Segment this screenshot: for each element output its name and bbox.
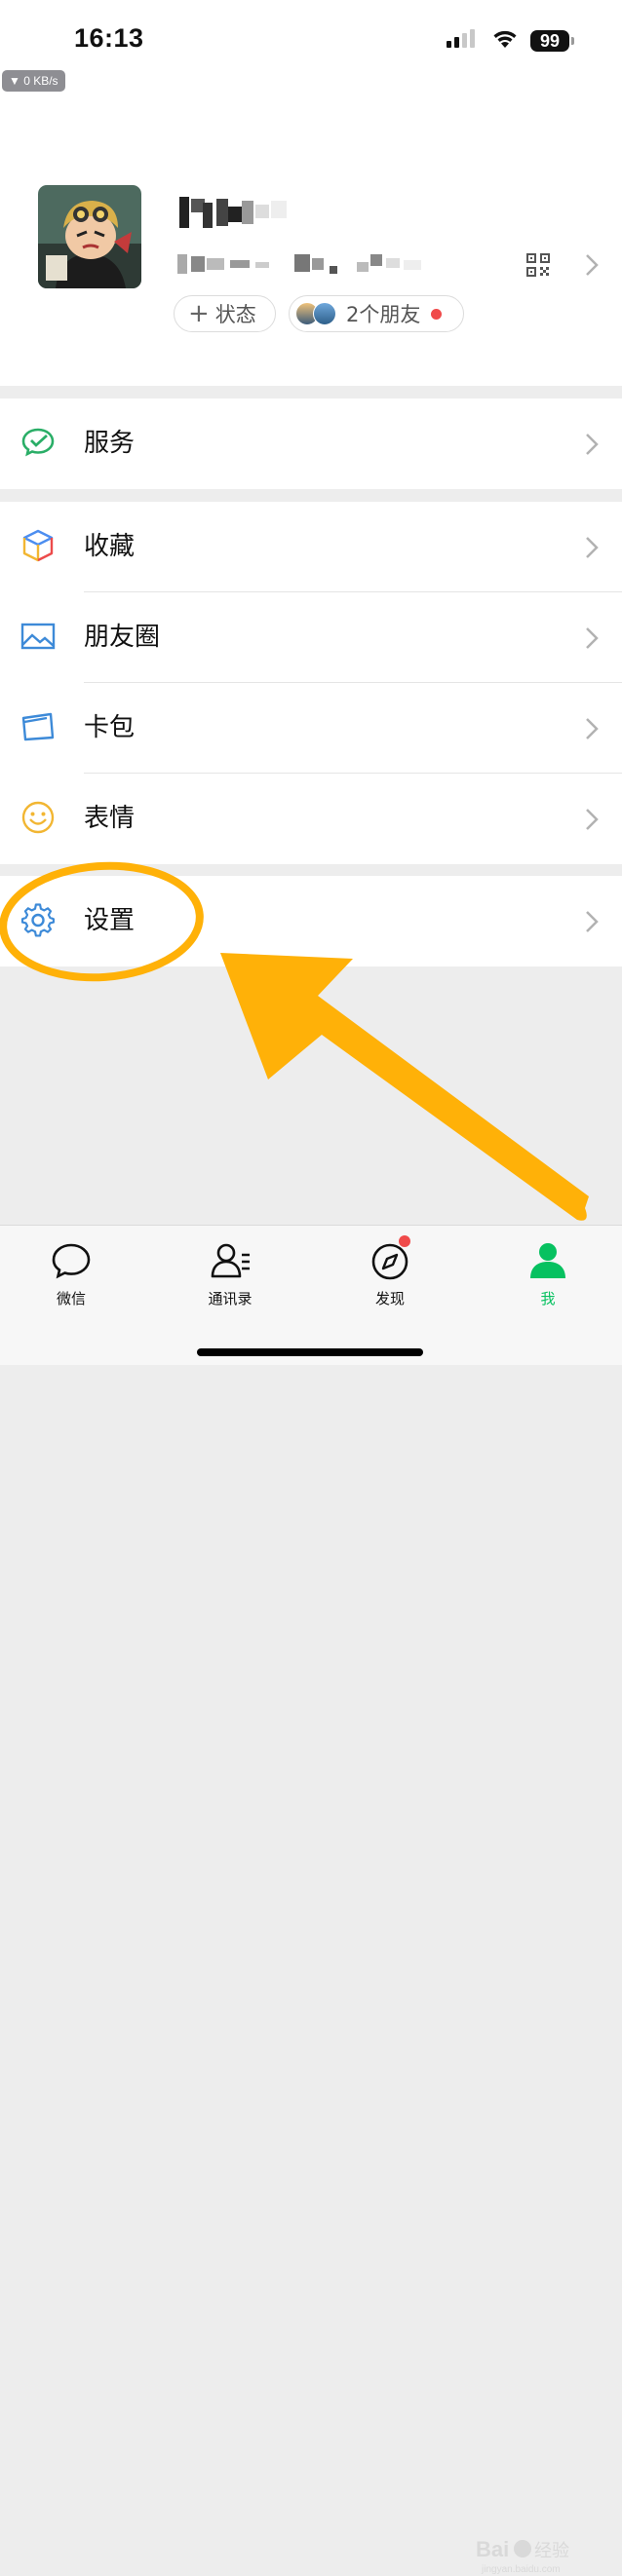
status-time: 16:13 — [74, 23, 144, 53]
tab-label: 我 — [540, 1290, 556, 1307]
chevron-right-icon — [586, 627, 599, 649]
menu-item-favorites[interactable]: 收藏 — [0, 502, 622, 592]
battery-cap — [571, 37, 574, 45]
settings-group: 设置 — [0, 876, 622, 966]
pointer-arrow — [220, 953, 589, 1221]
gear-icon — [20, 903, 56, 937]
plus-icon: + — [188, 299, 210, 328]
net-speed-badge: ▼ 0 KB/s — [2, 70, 65, 92]
friends-label: 2个朋友 — [346, 303, 421, 326]
unread-dot — [399, 1235, 410, 1247]
chevron-right-icon — [586, 254, 599, 276]
status-bar: 16:13 99 ▼ 0 KB/s — [0, 0, 622, 97]
menu-label-moments: 朋友圈 — [84, 623, 161, 652]
wechat-pay-icon — [21, 428, 55, 457]
service-group: 服务 — [0, 398, 622, 489]
menu-label-service: 服务 — [84, 429, 136, 458]
tab-label: 发现 — [374, 1290, 405, 1307]
chevron-right-icon — [586, 911, 599, 932]
tab-label: 微信 — [56, 1290, 86, 1307]
compass-icon — [361, 1235, 419, 1282]
cellular-signal-icon — [447, 29, 475, 48]
qr-code-icon[interactable] — [526, 253, 550, 277]
menu-item-settings[interactable]: 设置 — [0, 876, 622, 966]
chevron-right-icon — [586, 809, 599, 830]
menu-item-stickers[interactable]: 表情 — [0, 774, 622, 864]
features-group: 收藏 朋友圈 卡包 表情 — [0, 502, 622, 864]
tab-bar: 微信 通讯录 发现 我 Bai 经验 jingyan.baidu.com — [0, 1225, 622, 2575]
smile-icon — [21, 801, 55, 834]
tab-label: 通讯录 — [208, 1290, 253, 1307]
friends-status-button[interactable]: 2个朋友 — [289, 295, 464, 332]
chat-bubble-icon — [42, 1239, 100, 1282]
tab-discover[interactable]: 发现 — [331, 1235, 448, 1308]
status-label: 状态 — [214, 303, 256, 326]
home-indicator[interactable] — [197, 1348, 423, 1356]
menu-label-cards: 卡包 — [84, 713, 136, 742]
watermark-logo: Bai 经验 jingyan.baidu.com — [476, 2537, 569, 2575]
contacts-icon — [201, 1239, 259, 1282]
wifi-icon — [493, 30, 517, 48]
chevron-right-icon — [586, 718, 599, 739]
tab-contacts[interactable]: 通讯录 — [172, 1239, 289, 1308]
unread-dot — [431, 308, 443, 320]
menu-label-stickers: 表情 — [84, 804, 136, 833]
chevron-right-icon — [586, 537, 599, 558]
svg-text:Bai: Bai — [476, 2537, 509, 2561]
menu-item-service[interactable]: 服务 — [0, 398, 622, 489]
menu-item-moments[interactable]: 朋友圈 — [0, 592, 622, 683]
avatar[interactable] — [38, 185, 141, 288]
tab-me[interactable]: 我 — [489, 1239, 606, 1308]
menu-label-settings: 设置 — [84, 906, 136, 935]
menu-item-cards[interactable]: 卡包 — [0, 683, 622, 774]
battery-icon: 99 — [530, 30, 569, 52]
chevron-right-icon — [586, 434, 599, 455]
cube-icon — [22, 529, 54, 562]
svg-text:jingyan.baidu.com: jingyan.baidu.com — [481, 2564, 561, 2575]
nickname-redacted — [179, 197, 287, 228]
tab-chats[interactable]: 微信 — [13, 1239, 130, 1308]
svg-text:经验: 经验 — [534, 2541, 569, 2561]
menu-label-favorites: 收藏 — [84, 532, 136, 561]
person-icon — [519, 1239, 577, 1282]
add-status-button[interactable]: + 状态 — [174, 295, 276, 332]
friend-avatar — [313, 302, 336, 325]
profile-card[interactable]: + 状态 2个朋友 — [0, 97, 622, 386]
wallet-icon — [21, 712, 55, 741]
wechat-id-redacted — [177, 254, 421, 274]
picture-icon — [20, 623, 56, 650]
